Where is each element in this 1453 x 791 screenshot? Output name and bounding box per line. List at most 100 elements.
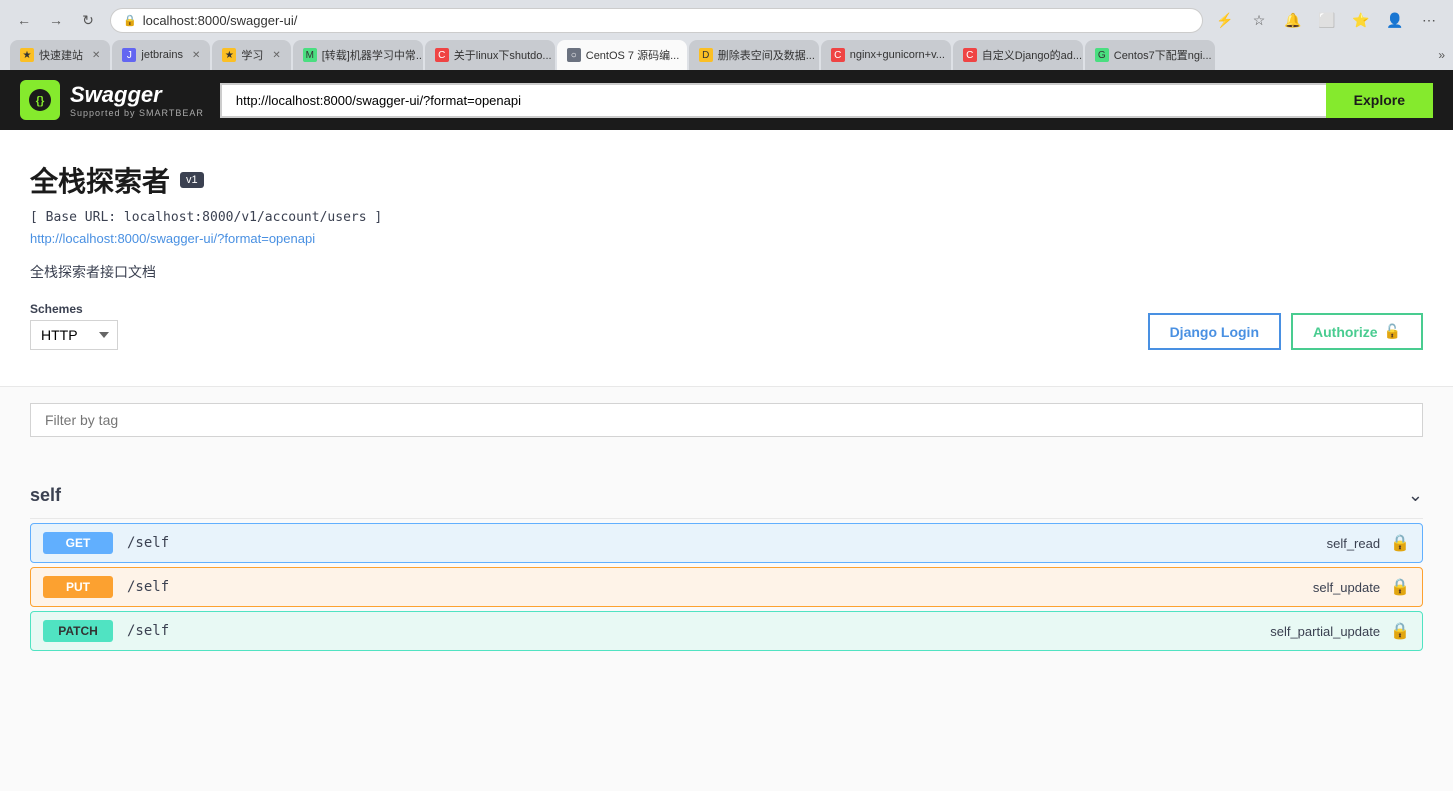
tab-8[interactable]: C nginx+gunicorn+v... ✕ [821,40,951,70]
swagger-logo-text: Swagger Supported by SMARTBEAR [70,82,204,118]
tab-close-2[interactable]: ✕ [192,50,200,61]
endpoints-section: self ⌄ GET /self self_read 🔒 PUT /self s… [0,473,1453,651]
tab-label-9: 自定义Django的ad... [982,47,1082,63]
tabs-more-button[interactable]: » [1430,44,1453,66]
star-button[interactable]: ☆ [1245,6,1273,34]
tab-6[interactable]: ○ CentOS 7 源码编... ✕ [557,40,687,70]
api-path-self-get: /self [127,535,1327,551]
tab-1[interactable]: ★ 快速建站 ✕ [10,40,110,70]
api-title-row: 全栈探索者 v1 [30,160,1423,200]
notifications-button[interactable]: 🔔 [1279,6,1307,34]
swagger-logo-icon: {} [20,80,60,120]
operation-id-self-partial-update: self_partial_update [1270,624,1380,639]
api-base-url: [ Base URL: localhost:8000/v1/account/us… [30,210,1423,225]
method-badge-patch: PATCH [43,620,113,642]
tab-7[interactable]: D 删除表空间及数据... ✕ [689,40,819,70]
tabs-bar: ★ 快速建站 ✕ J jetbrains ✕ ★ 学习 ✕ M [转载]机器学习… [0,40,1453,70]
profiles-button[interactable]: 👤 [1381,6,1409,34]
authorize-label: Authorize [1313,324,1378,340]
method-badge-get: GET [43,532,113,554]
tab-4[interactable]: M [转载]机器学习中常... ✕ [293,40,423,70]
api-path-self-put: /self [127,579,1313,595]
menu-button[interactable]: ⋯ [1415,6,1443,34]
url-text: localhost:8000/swagger-ui/ [143,13,1190,28]
lock-icon-self-put: 🔒 [1390,577,1410,597]
nav-buttons: ← → ↻ [10,6,102,34]
reload-button[interactable]: ↻ [74,6,102,34]
tab-favicon-4: M [303,48,317,62]
api-title: 全栈探索者 [30,160,170,200]
tab-3[interactable]: ★ 学习 ✕ [212,40,290,70]
endpoint-row-self-patch[interactable]: PATCH /self self_partial_update 🔒 [30,611,1423,651]
endpoint-row-self-get[interactable]: GET /self self_read 🔒 [30,523,1423,563]
chevron-down-icon: ⌄ [1408,485,1423,506]
method-badge-put: PUT [43,576,113,598]
tab-close-3[interactable]: ✕ [272,50,280,61]
address-bar[interactable]: 🔒 localhost:8000/swagger-ui/ [110,8,1203,33]
tab-label-10: Centos7下配置ngi... [1114,47,1212,63]
endpoint-row-self-put[interactable]: PUT /self self_update 🔒 [30,567,1423,607]
security-lock-icon: 🔒 [123,14,137,27]
tab-label-7: 删除表空间及数据... [718,47,815,63]
tab-label-6: CentOS 7 源码编... [586,47,680,63]
tab-label-8: nginx+gunicorn+v... [850,49,945,61]
lock-icon-self-get: 🔒 [1390,533,1410,553]
bookmarks-button[interactable]: ⭐ [1347,6,1375,34]
tab-label-2: jetbrains [141,49,183,61]
api-description: 全栈探索者接口文档 [30,262,1423,282]
api-version-badge: v1 [180,172,204,188]
tab-5[interactable]: C 关于linux下shutdo... ✕ [425,40,555,70]
tab-close-1[interactable]: ✕ [92,50,100,61]
tab-favicon-3: ★ [222,48,236,62]
swagger-url-input[interactable] [220,83,1326,118]
api-path-self-patch: /self [127,623,1270,639]
tag-header-self[interactable]: self ⌄ [30,473,1423,519]
authorize-lock-icon: 🔓 [1384,323,1401,340]
back-button[interactable]: ← [10,6,38,34]
schemes-label: Schemes [30,302,118,316]
browser-toolbar: ← → ↻ 🔒 localhost:8000/swagger-ui/ ⚡ ☆ 🔔… [0,0,1453,40]
tab-9[interactable]: C 自定义Django的ad... ✕ [953,40,1083,70]
explore-button[interactable]: Explore [1326,83,1433,118]
schemes-select[interactable]: HTTP HTTPS [30,320,118,350]
lock-icon-self-patch: 🔒 [1390,621,1410,641]
filter-section [0,387,1453,453]
auth-buttons: Django Login Authorize 🔓 [1148,313,1423,350]
tab-label-3: 学习 [241,47,263,63]
cast-button[interactable]: ⬜ [1313,6,1341,34]
operation-id-self-read: self_read [1327,536,1380,551]
tab-favicon-9: C [963,48,977,62]
tab-10[interactable]: G Centos7下配置ngi... ✕ [1085,40,1215,70]
schemes-control: Schemes HTTP HTTPS [30,302,118,350]
tab-label-4: [转载]机器学习中常... [322,47,423,63]
extensions-button[interactable]: ⚡ [1211,6,1239,34]
operation-id-self-update: self_update [1313,580,1380,595]
tag-name-self: self [30,485,61,506]
django-login-button[interactable]: Django Login [1148,313,1281,350]
tab-favicon-10: G [1095,48,1109,62]
tab-favicon-1: ★ [20,48,34,62]
browser-actions: ⚡ ☆ 🔔 ⬜ ⭐ 👤 ⋯ [1211,6,1443,34]
tab-favicon-8: C [831,48,845,62]
tab-label-5: 关于linux下shutdo... [454,47,552,63]
swagger-subtitle: Supported by SMARTBEAR [70,108,204,118]
api-spec-link[interactable]: http://localhost:8000/swagger-ui/?format… [30,231,1423,246]
tab-label-1: 快速建站 [39,47,83,63]
main-content: 全栈探索者 v1 [ Base URL: localhost:8000/v1/a… [0,130,1453,386]
tab-favicon-2: J [122,48,136,62]
filter-input[interactable] [30,403,1423,437]
swagger-title: Swagger [70,82,204,108]
browser-chrome: ← → ↻ 🔒 localhost:8000/swagger-ui/ ⚡ ☆ 🔔… [0,0,1453,70]
tab-favicon-6: ○ [567,48,581,62]
tab-2[interactable]: J jetbrains ✕ [112,40,210,70]
tab-favicon-5: C [435,48,449,62]
tab-favicon-7: D [699,48,713,62]
forward-button[interactable]: → [42,6,70,34]
schemes-row: Schemes HTTP HTTPS Django Login Authoriz… [30,302,1423,366]
tag-section-self: self ⌄ GET /self self_read 🔒 PUT /self s… [30,473,1423,651]
swagger-url-bar: Explore [220,83,1433,118]
svg-text:{}: {} [36,95,45,107]
swagger-header: {} Swagger Supported by SMARTBEAR Explor… [0,70,1453,130]
swagger-logo: {} Swagger Supported by SMARTBEAR [20,80,204,120]
authorize-button[interactable]: Authorize 🔓 [1291,313,1423,350]
